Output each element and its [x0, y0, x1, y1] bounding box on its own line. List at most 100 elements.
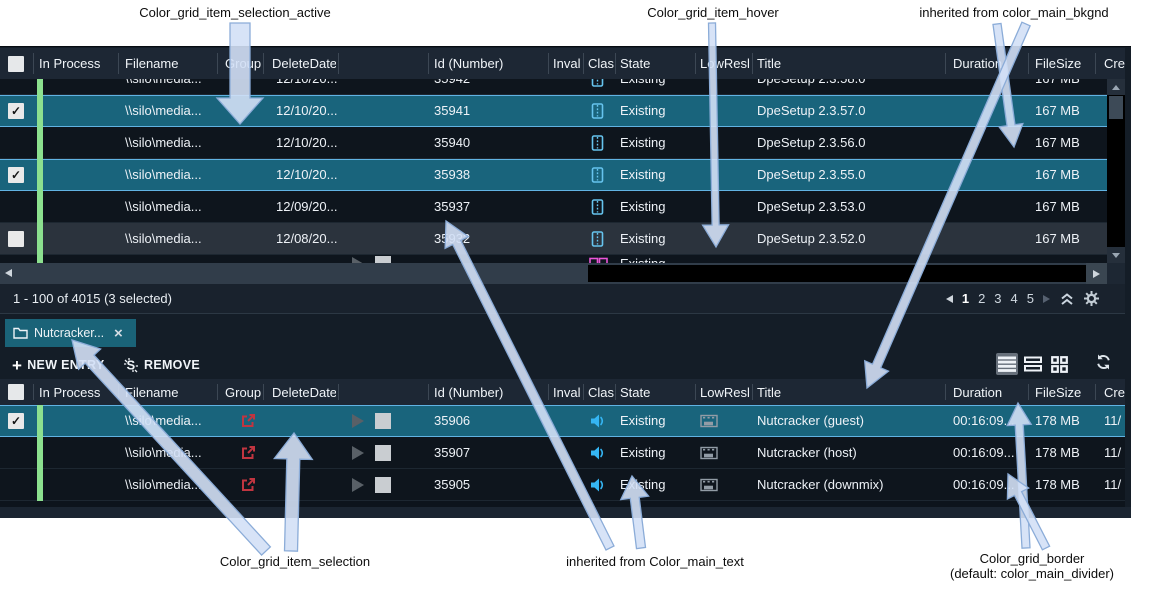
horizontal-scrollbar[interactable] [0, 263, 1107, 284]
split-view-icon [1024, 356, 1042, 372]
column-header-title[interactable]: Title [757, 48, 942, 79]
in-process-indicator [37, 405, 43, 437]
table-row[interactable]: \\silo\media...12/09/20...35937ExistingD… [0, 191, 1107, 223]
column-header-duration[interactable]: Duration [953, 48, 1023, 79]
column-header-state[interactable]: State [620, 379, 692, 405]
vertical-scrollbar[interactable] [1107, 79, 1125, 263]
page-button-4[interactable]: 4 [1011, 291, 1018, 306]
table-row[interactable]: \\silo\media...35907ExistingNutcracker (… [0, 437, 1125, 469]
grid-view-button[interactable] [1048, 353, 1070, 375]
column-divider [583, 384, 584, 400]
thumbnail-placeholder[interactable] [375, 413, 391, 429]
table-row[interactable]: \\silo\media...12/08/20...35932ExistingD… [0, 223, 1107, 255]
new-entry-button[interactable]: + NEW ENTRY [12, 351, 104, 379]
column-header-id-number-[interactable]: Id (Number) [434, 379, 544, 405]
column-header-cre[interactable]: Cre [1104, 48, 1125, 79]
column-divider [752, 53, 753, 74]
clipped-row[interactable]: Existing [0, 255, 1107, 263]
tab-nutcracker[interactable]: Nutcracker... × [5, 319, 136, 347]
row-checkbox[interactable]: ✓ [8, 413, 24, 429]
table-row[interactable]: \\silo\media...12/10/20...35942ExistingD… [0, 79, 1107, 95]
collapse-icon[interactable] [1059, 292, 1075, 306]
svg-text:S: S [127, 358, 136, 373]
play-icon[interactable] [352, 478, 364, 492]
page-button-1[interactable]: 1 [962, 291, 969, 306]
row-checkbox[interactable] [8, 231, 24, 247]
column-header-in-process[interactable]: In Process [39, 48, 114, 79]
title-cell: Nutcracker (host) [757, 437, 947, 469]
column-header-lowresl[interactable]: LowResl [700, 379, 750, 405]
label-main-bkgnd: inherited from color_main_bkgnd [919, 5, 1108, 20]
table-row[interactable]: \\silo\media...12/10/20...35940ExistingD… [0, 127, 1107, 159]
in-process-indicator [37, 223, 43, 255]
group-link-icon[interactable] [240, 477, 256, 493]
column-header-duration[interactable]: Duration [953, 379, 1023, 405]
column-header-lowresl[interactable]: LowResl [700, 48, 750, 79]
play-icon[interactable] [352, 414, 364, 428]
scroll-up-button[interactable] [1107, 79, 1125, 95]
page-button-2[interactable]: 2 [978, 291, 985, 306]
column-header-class[interactable]: Class [588, 48, 614, 79]
scroll-left-icon[interactable] [5, 269, 12, 277]
group-link-icon[interactable] [240, 413, 256, 429]
column-header-filename[interactable]: Filename [125, 379, 213, 405]
in-process-indicator [37, 255, 43, 263]
refresh-icon[interactable] [1095, 354, 1112, 370]
audio-class-icon [589, 477, 606, 493]
horizontal-scrollbar-thumb[interactable] [588, 265, 1086, 282]
table-row[interactable]: ✓\\silo\media...35906ExistingNutcracker … [0, 405, 1125, 437]
column-header-inval[interactable]: Inval [553, 48, 582, 79]
column-header-filesize[interactable]: FileSize [1035, 48, 1092, 79]
clipped-row[interactable]: \\silo\media...12/10/20...35942ExistingD… [0, 79, 1107, 95]
column-header-title[interactable]: Title [757, 379, 942, 405]
scroll-right-button[interactable] [1086, 263, 1107, 284]
table-row[interactable]: ✓\\silo\media...12/10/20...35938Existing… [0, 159, 1107, 191]
id-cell: 35937 [434, 191, 544, 223]
close-icon[interactable]: × [114, 326, 123, 341]
column-divider [615, 384, 616, 400]
column-header-deletedate[interactable]: DeleteDate [272, 48, 336, 79]
vertical-scrollbar-thumb[interactable] [1109, 96, 1123, 119]
column-header-in-process[interactable]: In Process [39, 379, 114, 405]
column-header-group[interactable]: Group [225, 379, 261, 405]
cre-cell: 11/ [1104, 437, 1125, 469]
column-header-state[interactable]: State [620, 48, 692, 79]
column-divider [695, 384, 696, 400]
column-header-id-number-[interactable]: Id (Number) [434, 48, 544, 79]
play-icon[interactable] [352, 446, 364, 460]
thumbnail-placeholder[interactable] [375, 256, 391, 263]
table-row[interactable]: \\silo\media...35905ExistingNutcracker (… [0, 469, 1125, 501]
scroll-down-button[interactable] [1107, 247, 1125, 263]
column-header-inval[interactable]: Inval [553, 379, 582, 405]
state-cell: Existing [620, 127, 696, 159]
remove-button[interactable]: S REMOVE [123, 351, 200, 379]
column-header-cre[interactable]: Cre [1104, 379, 1125, 405]
select-all-checkbox[interactable] [8, 384, 24, 400]
title-cell: DpeSetup 2.3.53.0 [757, 191, 947, 223]
thumbnail-placeholder[interactable] [375, 445, 391, 461]
page-button-5[interactable]: 5 [1027, 291, 1034, 306]
filename-cell: \\silo\media... [125, 405, 220, 437]
row-checkbox[interactable]: ✓ [8, 103, 24, 119]
select-all-checkbox[interactable] [8, 56, 24, 72]
split-view-button[interactable] [1022, 353, 1044, 375]
row-checkbox[interactable]: ✓ [8, 167, 24, 183]
table-row[interactable]: Existing [0, 255, 1107, 263]
list-view-button[interactable] [996, 353, 1018, 375]
thumbnail-placeholder[interactable] [375, 477, 391, 493]
column-header-group[interactable]: Group [225, 48, 261, 79]
table-row[interactable]: ✓\\silo\media...12/10/20...35941Existing… [0, 95, 1107, 127]
next-page-icon[interactable] [1043, 295, 1050, 303]
page-button-3[interactable]: 3 [994, 291, 1001, 306]
triangle-up-icon [1112, 85, 1120, 90]
cre-cell: 11/ [1104, 469, 1125, 501]
column-header-filename[interactable]: Filename [125, 48, 213, 79]
column-header-filesize[interactable]: FileSize [1035, 379, 1092, 405]
group-link-icon[interactable] [240, 445, 256, 461]
gear-icon[interactable] [1084, 291, 1099, 306]
tab-label: Nutcracker... [34, 326, 112, 340]
column-header-deletedate[interactable]: DeleteDate [272, 379, 336, 405]
prev-page-icon[interactable] [946, 295, 953, 303]
filename-cell: \\silo\media... [125, 223, 220, 255]
column-header-class[interactable]: Class [588, 379, 614, 405]
